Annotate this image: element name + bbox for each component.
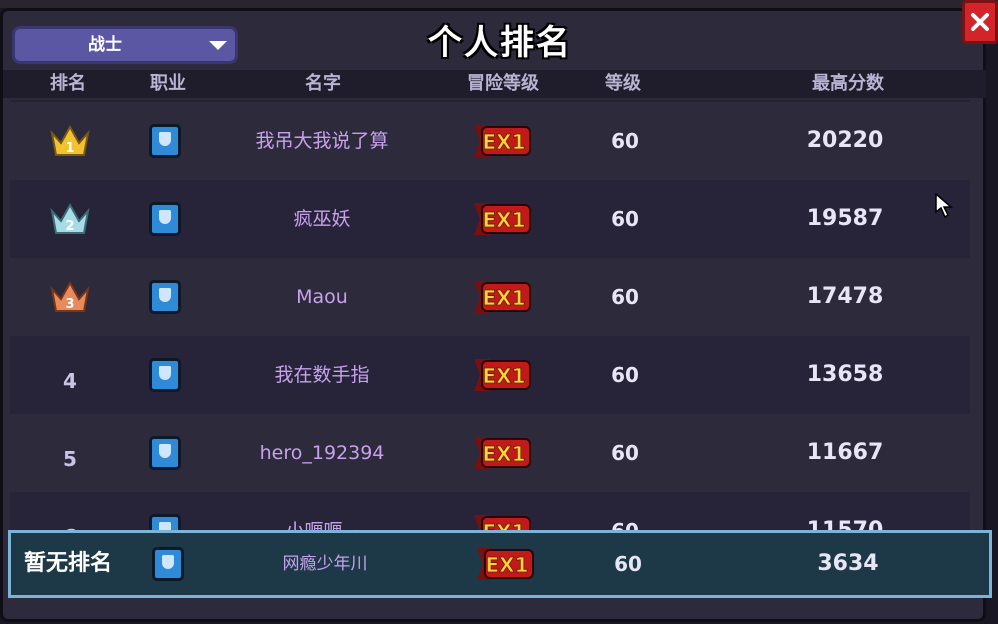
job-cell [120, 492, 210, 530]
warrior-shield-icon [149, 202, 181, 236]
ex-level-badge-icon: EX1 [474, 515, 531, 530]
page-title: 个人排名 [428, 23, 572, 63]
adv-level-text: EX1 [483, 442, 526, 466]
ex-level-badge-icon: EX1 [474, 281, 531, 313]
adv-level-text: EX1 [483, 286, 526, 310]
player-name: Maou [296, 286, 348, 308]
level-value: 60 [611, 285, 639, 309]
adv-level-text: EX1 [486, 553, 529, 577]
ex-level-badge-icon: EX1 [477, 548, 534, 580]
class-filter-dropdown[interactable]: 战士 [12, 26, 238, 64]
my-level-value: 60 [614, 552, 642, 576]
adv-level-cell: EX1 [443, 533, 573, 595]
rank-cell: 3 [20, 258, 120, 336]
rank-number: 2 [65, 219, 74, 234]
col-header-job: 职业 [150, 73, 186, 94]
table-row[interactable]: 1 我吊大我说了算 EX1 60 20220 [10, 102, 970, 180]
rank-cell: 2 [20, 180, 120, 258]
warrior-shield-icon [149, 280, 181, 314]
score-value: 20220 [806, 128, 884, 153]
table-row[interactable]: 2 疯巫妖 EX1 60 19587 [10, 180, 970, 258]
rank-number: 6 [20, 498, 120, 530]
close-button[interactable] [962, 0, 998, 44]
bronze-crown-icon: 3 [50, 280, 90, 312]
rank-number: 1 [65, 141, 74, 156]
close-icon [971, 13, 989, 31]
rank-number: 3 [65, 297, 74, 312]
table-row[interactable]: 3 Maou EX1 60 17478 [10, 258, 970, 336]
gold-crown-icon: 1 [50, 124, 90, 156]
adv-level-text: EX1 [483, 130, 526, 154]
my-rank-status: 暂无排名 [23, 551, 112, 576]
col-header-name: 名字 [305, 73, 341, 94]
silver-crown-icon: 2 [50, 202, 90, 234]
score-value: 11570 [760, 492, 930, 530]
job-cell [120, 180, 210, 258]
player-name: 我在数手指 [274, 364, 370, 386]
score-value: 13658 [806, 362, 884, 387]
score-value: 11667 [806, 440, 884, 465]
adv-level-text: EX1 [483, 364, 526, 388]
table-row[interactable]: 6 小喱喱~ EX1 60 11570 [10, 492, 970, 530]
player-name: hero_192394 [259, 442, 385, 464]
rank-cell: 1 [20, 102, 120, 180]
class-filter-value: 战士 [88, 35, 122, 55]
table-row[interactable]: 4 我在数手指 EX1 60 13658 [10, 336, 970, 414]
adv-level-text: EX1 [483, 520, 526, 530]
warrior-shield-icon [149, 124, 181, 158]
col-header-level: 等级 [605, 73, 641, 94]
ex-level-badge-icon: EX1 [474, 203, 531, 235]
adv-level-cell: EX1 [440, 180, 570, 258]
my-score-value: 3634 [817, 551, 879, 576]
level-value: 60 [611, 129, 639, 153]
ex-level-badge-icon: EX1 [474, 359, 531, 391]
player-name: 小喱喱~ [222, 492, 422, 530]
job-cell [120, 414, 210, 492]
adv-level-text: EX1 [483, 208, 526, 232]
level-value: 60 [611, 441, 639, 465]
score-value: 19587 [806, 206, 884, 231]
chevron-down-icon [209, 41, 227, 50]
col-header-rank: 排名 [50, 73, 86, 94]
level-value: 60 [611, 363, 639, 387]
player-name: 我吊大我说了算 [255, 130, 389, 152]
top-strip [0, 0, 998, 8]
table-row[interactable]: 5 hero_192394 EX1 60 11667 [10, 414, 970, 492]
ranking-list[interactable]: 1 我吊大我说了算 EX1 60 20220 2 疯巫妖 EX1 60 1958… [10, 100, 970, 530]
job-cell [123, 533, 213, 595]
table-header: 排名 职业 名字 冒险等级 等级 最高分数 [3, 70, 986, 98]
adv-level-cell: EX1 [440, 492, 570, 530]
job-cell [120, 336, 210, 414]
adv-level-cell: EX1 [440, 414, 570, 492]
ex-level-badge-icon: EX1 [474, 437, 531, 469]
col-header-score: 最高分数 [812, 73, 884, 94]
level-value: 60 [611, 207, 639, 231]
my-rank-row: 暂无排名 网瘾少年川 EX1 60 3634 [8, 530, 992, 598]
my-player-name: 网瘾少年川 [282, 554, 368, 574]
warrior-shield-icon [149, 514, 181, 530]
adv-level-cell: EX1 [440, 336, 570, 414]
mouse-cursor-icon [935, 193, 953, 219]
score-value: 17478 [806, 284, 884, 309]
rank-number: 5 [63, 447, 77, 471]
ex-level-badge-icon: EX1 [474, 125, 531, 157]
adv-level-cell: EX1 [440, 102, 570, 180]
warrior-shield-icon [149, 436, 181, 470]
job-cell [120, 102, 210, 180]
warrior-shield-icon [152, 547, 184, 581]
player-name: 疯巫妖 [293, 208, 351, 230]
rank-number: 4 [63, 369, 77, 393]
col-header-adv-level: 冒险等级 [467, 73, 539, 94]
job-cell [120, 258, 210, 336]
warrior-shield-icon [149, 358, 181, 392]
level-value: 60 [580, 492, 670, 530]
adv-level-cell: EX1 [440, 258, 570, 336]
